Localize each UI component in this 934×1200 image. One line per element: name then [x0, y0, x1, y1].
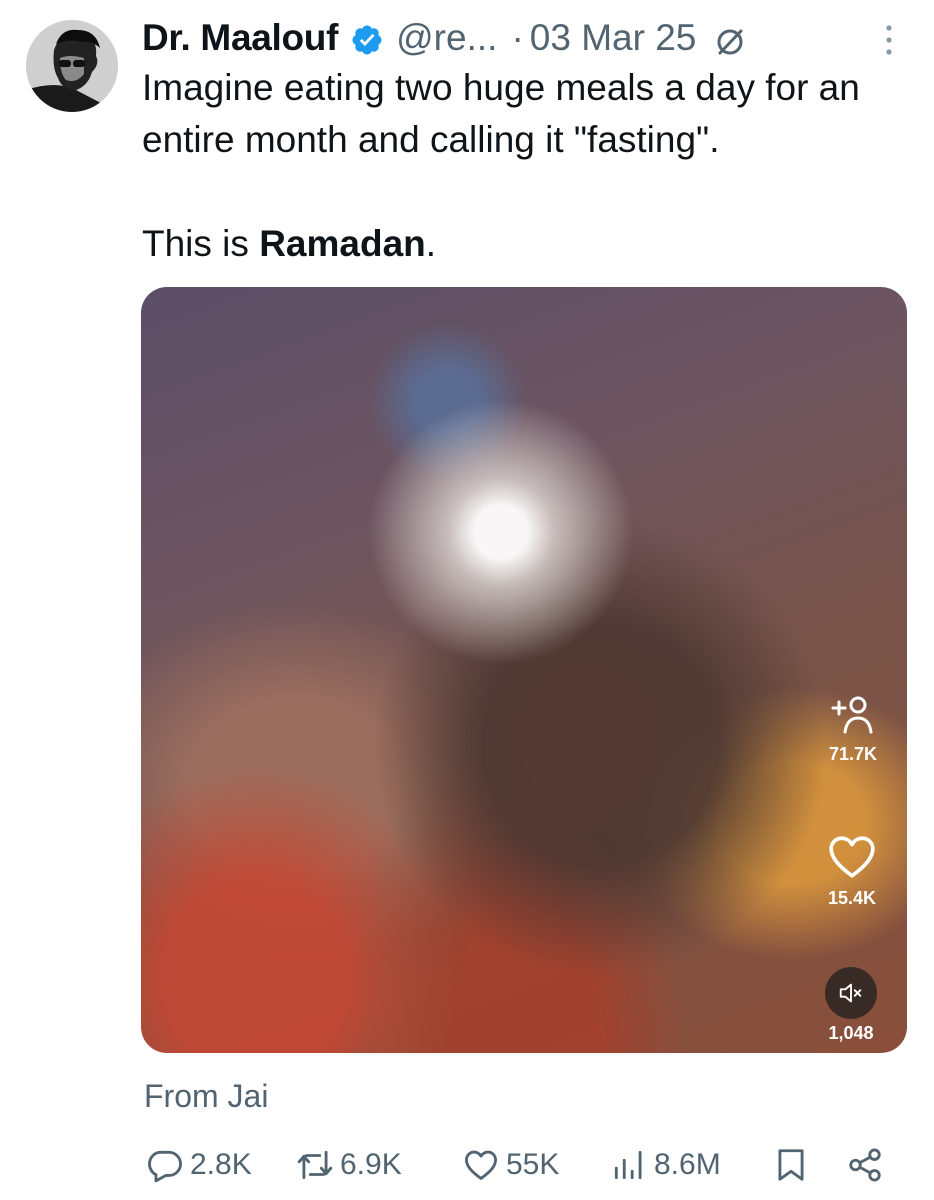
action-bar: 2.8K 6.9K 55K 8.6M [140, 1140, 900, 1190]
post-text-line1: Imagine eating two huge meals a day for … [142, 67, 860, 160]
bookmark-icon [778, 1149, 804, 1181]
views-button[interactable]: 8.6M [610, 1140, 721, 1190]
like-count: 55K [506, 1148, 560, 1181]
video-like-count: 15.4K [827, 888, 877, 908]
heart-icon [829, 836, 875, 878]
post-text-suffix: . [425, 223, 437, 264]
reply-icon [148, 1150, 182, 1183]
verified-badge-icon [350, 21, 384, 55]
like-button[interactable]: 55K [462, 1140, 559, 1190]
follow-stat[interactable]: 71.7K [829, 692, 877, 765]
repost-count: 6.9K [340, 1148, 402, 1181]
repost-button[interactable]: 6.9K [296, 1140, 402, 1190]
like-icon [465, 1150, 497, 1180]
header-separator: · [511, 17, 524, 58]
post-text: Imagine eating two huge meals a day for … [142, 62, 912, 270]
add-person-icon [831, 696, 873, 734]
mute-icon [839, 983, 862, 1003]
avatar[interactable] [26, 20, 118, 112]
post-date[interactable]: 03 Mar 25 [530, 14, 697, 62]
post-text-prefix: This is [142, 223, 260, 264]
grok-icon[interactable] [714, 22, 746, 55]
share-button[interactable] [846, 1140, 890, 1190]
share-icon [849, 1148, 881, 1182]
mute-button[interactable] [825, 967, 877, 1019]
tweet: Dr. Maalouf @re... · 03 Mar 25 Imagine e… [0, 0, 934, 1200]
video-like-stat[interactable]: 15.4K [827, 834, 877, 909]
author-handle[interactable]: @re... [396, 14, 497, 62]
share-stat[interactable]: 1,048 [825, 967, 877, 1044]
views-count: 8.6M [654, 1148, 721, 1181]
post-text-line2: This is Ramadan. [142, 218, 912, 270]
views-icon [614, 1150, 642, 1180]
bookmark-button[interactable] [772, 1140, 816, 1190]
share-count: 1,048 [828, 1023, 874, 1043]
repost-icon [297, 1150, 333, 1180]
video-player[interactable]: 71.7K 15.4K 1,048 [141, 287, 907, 1053]
follow-count: 71.7K [828, 744, 877, 764]
author-name[interactable]: Dr. Maalouf [142, 14, 338, 62]
attribution[interactable]: From Jai [144, 1078, 268, 1115]
more-vertical-icon[interactable] [878, 22, 900, 58]
reply-button[interactable]: 2.8K [146, 1140, 252, 1190]
reply-count: 2.8K [190, 1148, 252, 1181]
tweet-header: Dr. Maalouf @re... · 03 Mar 25 [142, 14, 746, 62]
post-text-bold: Ramadan [259, 223, 426, 264]
